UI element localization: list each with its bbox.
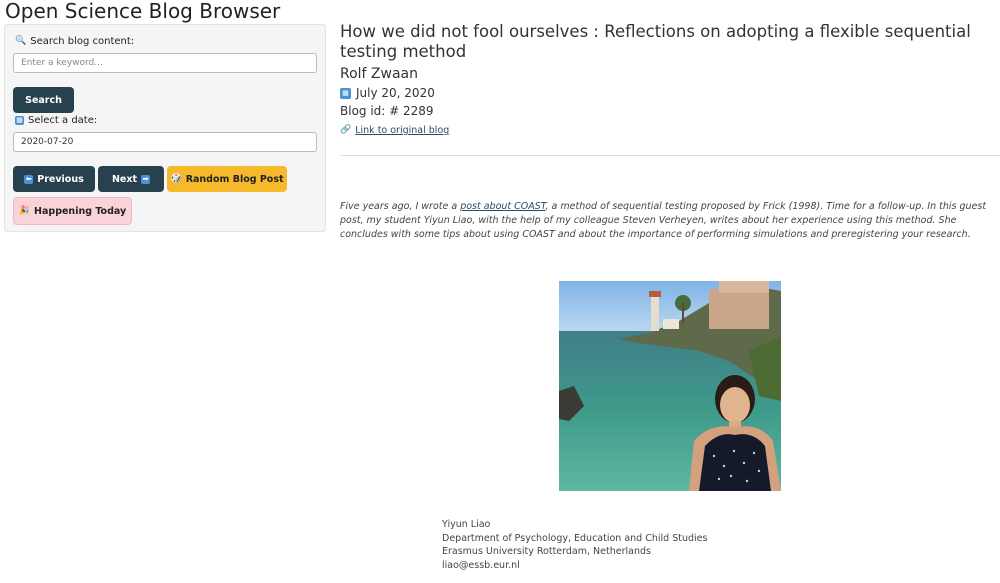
arrow-left-icon: ⬅ bbox=[24, 174, 34, 184]
author-photo-image bbox=[559, 281, 781, 491]
next-button-label: Next bbox=[111, 173, 138, 185]
search-button-label: Search bbox=[25, 94, 62, 106]
divider bbox=[340, 155, 1000, 156]
today-button-label: Happening Today bbox=[34, 205, 127, 217]
random-blog-post-button[interactable]: 🎲 Random Blog Post bbox=[167, 166, 287, 192]
post-content: How we did not fool ourselves : Reflecti… bbox=[340, 22, 1000, 240]
search-button[interactable]: Search bbox=[13, 87, 74, 113]
post-title: How we did not fool ourselves : Reflecti… bbox=[340, 22, 971, 61]
post-author: Rolf Zwaan bbox=[340, 66, 419, 82]
random-button-label: Random Blog Post bbox=[185, 173, 284, 185]
date-input[interactable] bbox=[13, 132, 317, 152]
app-title: Open Science Blog Browser bbox=[5, 0, 281, 23]
happening-today-button[interactable]: 🎉 Happening Today bbox=[13, 197, 132, 225]
party-popper-icon: 🎉 bbox=[18, 205, 31, 216]
original-blog-link-row: 🔗 Link to original blog bbox=[340, 125, 449, 136]
link-icon: 🔗 bbox=[340, 125, 352, 135]
signature-email: liao@essb.eur.nl bbox=[442, 559, 520, 571]
author-signature: Yiyun Liao Department of Psychology, Edu… bbox=[442, 518, 707, 572]
previous-button-label: Previous bbox=[37, 173, 84, 185]
blog-id-text: Blog id: # 2289 bbox=[340, 104, 434, 118]
search-input[interactable] bbox=[13, 53, 317, 73]
intro-text-start: Five years ago, I wrote a bbox=[340, 201, 461, 212]
blog-id: Blog id: # 2289 bbox=[340, 104, 434, 118]
calendar-icon: ▦ bbox=[15, 116, 24, 125]
arrow-right-icon: ➡ bbox=[141, 174, 151, 184]
previous-button[interactable]: ⬅ Previous bbox=[13, 166, 95, 192]
date-label: ▦ Select a date: bbox=[15, 115, 97, 126]
signature-department: Department of Psychology, Education and … bbox=[442, 532, 708, 544]
magnifier-icon: 🔍 bbox=[15, 36, 27, 46]
original-blog-link[interactable]: Link to original blog bbox=[355, 125, 449, 136]
signature-university: Erasmus University Rotterdam, Netherland… bbox=[442, 546, 651, 558]
calendar-icon: ▦ bbox=[340, 87, 351, 99]
post-date-row: ▦ July 20, 2020 bbox=[340, 86, 435, 100]
next-button[interactable]: Next ➡ bbox=[98, 166, 164, 192]
post-date: July 20, 2020 bbox=[356, 86, 435, 100]
signature-name: Yiyun Liao bbox=[442, 519, 491, 530]
date-label-text: Select a date: bbox=[28, 115, 98, 126]
post-intro: Five years ago, I wrote a post about COA… bbox=[340, 200, 998, 242]
dice-icon: 🎲 bbox=[170, 173, 182, 184]
search-label-text: Search blog content: bbox=[30, 36, 135, 47]
author-photo bbox=[559, 281, 781, 491]
sidebar-panel: 🔍 Search blog content: Search ▦ Select a… bbox=[4, 24, 326, 232]
coast-post-link[interactable]: post about COAST bbox=[460, 201, 545, 212]
search-label: 🔍 Search blog content: bbox=[15, 36, 134, 47]
